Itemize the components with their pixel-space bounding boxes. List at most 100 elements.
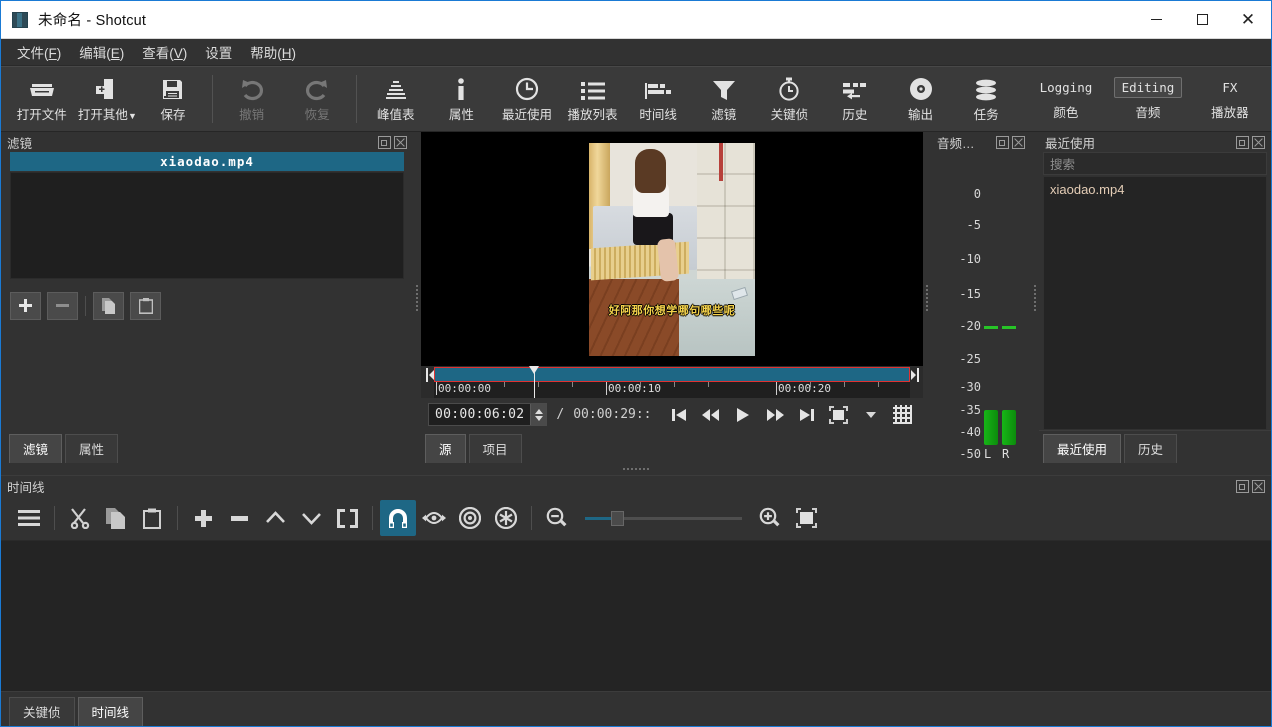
chevron-down-icon [535, 416, 543, 421]
tab-properties[interactable]: 属性 [65, 434, 118, 463]
meter-tick-8: -40 [959, 425, 981, 439]
copy-filters-button[interactable] [93, 292, 124, 320]
menu-view[interactable]: 查看(V) [133, 39, 196, 65]
cut-button[interactable] [62, 500, 98, 536]
menu-file[interactable]: 文件(F) [8, 39, 70, 65]
properties-button[interactable]: 属性 [429, 67, 495, 131]
tab-project[interactable]: 项目 [469, 434, 522, 463]
ripple-all-tracks-button[interactable] [488, 500, 524, 536]
audio-meter-body: 0-5-10-15-20-25-30-35-40-50 L R [931, 152, 1031, 463]
menu-help[interactable]: 帮助(H) [241, 39, 305, 65]
horizontal-splitter[interactable] [1, 463, 1271, 475]
filter-list[interactable] [10, 172, 404, 279]
tab-history[interactable]: 历史 [1124, 434, 1177, 463]
maximize-button[interactable] [1179, 1, 1225, 38]
player-meter-splitter[interactable] [923, 132, 931, 463]
float-icon[interactable] [1236, 480, 1249, 493]
float-icon[interactable] [1236, 136, 1249, 149]
playlist-button[interactable]: 播放列表 [560, 67, 626, 131]
recent-panel: 最近使用 搜索 xiaodao.mp4 最近使用 历史 [1039, 132, 1271, 463]
snap-button[interactable] [380, 500, 416, 536]
recent-button[interactable]: 最近使用 [494, 67, 560, 131]
list-item[interactable]: xiaodao.mp4 [1044, 180, 1266, 199]
player-scrub-bar[interactable]: 00:00:00 00:00:10 00:00:20 [421, 366, 923, 398]
eye-icon [422, 510, 446, 526]
lift-button[interactable] [257, 500, 293, 536]
zoom-in-button[interactable] [752, 500, 788, 536]
tab-filters[interactable]: 滤镜 [9, 434, 62, 463]
copy-button[interactable] [98, 500, 134, 536]
layout-fx-player[interactable]: FX 播放器 [1189, 67, 1271, 131]
timeline-zoom-slider[interactable] [585, 508, 742, 528]
menu-settings[interactable]: 设置 [196, 39, 241, 65]
recent-file-list[interactable]: xiaodao.mp4 [1043, 176, 1267, 430]
zoom-fit-button[interactable] [828, 404, 850, 426]
menu-edit[interactable]: 编辑(E) [70, 39, 133, 65]
float-icon[interactable] [996, 136, 1009, 149]
filters-button[interactable]: 滤镜 [691, 67, 757, 131]
layout-logging-color[interactable]: Logging 颜色 [1025, 67, 1107, 131]
current-time-field[interactable]: 00:00:06:02 [428, 403, 547, 426]
scrub-track[interactable]: 00:00:00 00:00:10 00:00:20 [434, 366, 910, 398]
ripple-button[interactable] [452, 500, 488, 536]
grid-button[interactable] [892, 404, 914, 426]
video-subtitle: 好阿那你想学哪句哪些呢 [589, 302, 755, 318]
close-button[interactable]: ✕ [1225, 1, 1271, 38]
close-icon[interactable] [1012, 136, 1025, 149]
float-icon[interactable] [378, 136, 391, 149]
minimize-button[interactable] [1133, 1, 1179, 38]
skip-to-start-button[interactable] [668, 404, 690, 426]
zoom-out-button[interactable] [539, 500, 575, 536]
export-button[interactable]: 输出 [888, 67, 954, 131]
keyframes-button[interactable]: 关键侦 [757, 67, 823, 131]
paste-filters-button[interactable] [130, 292, 161, 320]
rewind-button[interactable] [700, 404, 722, 426]
in-point-icon[interactable] [425, 367, 434, 383]
split-button[interactable] [329, 500, 365, 536]
zoom-menu-button[interactable] [860, 404, 882, 426]
tab-keyframes[interactable]: 关键侦 [9, 697, 75, 726]
open-other-button[interactable]: 打开其他▼ [75, 67, 141, 131]
minus-icon [55, 298, 70, 313]
append-button[interactable] [185, 500, 221, 536]
meter-tick-6: -30 [959, 380, 981, 394]
peak-meter-button[interactable]: 峰值表 [363, 67, 429, 131]
overwrite-button[interactable] [293, 500, 329, 536]
out-point-icon[interactable] [910, 367, 919, 383]
zoom-slider-handle[interactable] [611, 511, 624, 526]
layout-editing-audio[interactable]: Editing 音频 [1107, 67, 1189, 131]
paste-button[interactable] [134, 500, 170, 536]
left-splitter[interactable] [413, 132, 421, 463]
tab-timeline[interactable]: 时间线 [78, 697, 144, 726]
paste-icon [143, 508, 161, 529]
close-icon[interactable] [1252, 480, 1265, 493]
play-button[interactable] [732, 404, 754, 426]
timeline-label: 时间线 [639, 104, 677, 123]
remove-filter-button[interactable] [47, 292, 78, 320]
recent-search-input[interactable]: 搜索 [1043, 152, 1267, 175]
add-filter-button[interactable] [10, 292, 41, 320]
timeline-button[interactable]: 时间线 [625, 67, 691, 131]
time-stepper[interactable] [530, 404, 546, 425]
fast-forward-button[interactable] [764, 404, 786, 426]
jobs-button[interactable]: 任务 [953, 67, 1019, 131]
filter-action-buttons [10, 279, 404, 327]
history-button[interactable]: 历史 [822, 67, 888, 131]
close-icon[interactable] [394, 136, 407, 149]
tab-source[interactable]: 源 [425, 434, 466, 463]
zoom-fit-button[interactable] [788, 500, 824, 536]
save-button[interactable]: 保存 [140, 67, 206, 131]
close-icon[interactable] [1252, 136, 1265, 149]
meter-recent-splitter[interactable] [1031, 132, 1039, 463]
current-time-value: 00:00:06:02 [429, 404, 530, 425]
skip-to-end-button[interactable] [796, 404, 818, 426]
timeline-tracks-area[interactable] [1, 541, 1271, 691]
video-preview[interactable]: 好阿那你想学哪句哪些呢 [421, 132, 923, 366]
undo-button[interactable]: 撤销 [219, 67, 285, 131]
tab-recent[interactable]: 最近使用 [1043, 434, 1121, 463]
redo-button[interactable]: 恢复 [284, 67, 350, 131]
scrub-while-dragging-button[interactable] [416, 500, 452, 536]
ripple-delete-button[interactable] [221, 500, 257, 536]
open-file-button[interactable]: 打开文件 [9, 67, 75, 131]
timeline-menu-button[interactable] [11, 500, 47, 536]
